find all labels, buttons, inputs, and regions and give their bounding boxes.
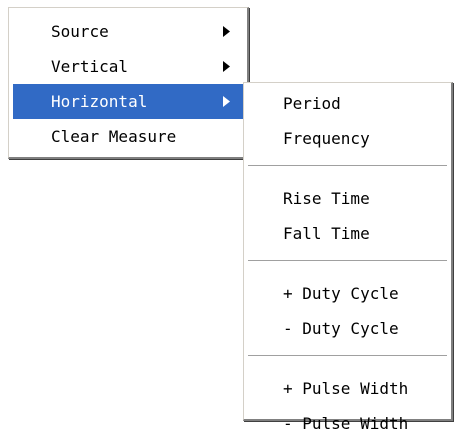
menu-separator <box>248 355 447 359</box>
submenu-item-period[interactable]: Period <box>247 86 448 121</box>
submenu-item-label: Frequency <box>283 129 370 148</box>
menu-item-label: Vertical <box>51 57 129 76</box>
menu-item-clear-measure[interactable]: Clear Measure <box>13 119 243 154</box>
submenu-item-label: + Duty Cycle <box>283 284 399 303</box>
horizontal-submenu: Period Frequency Rise Time Fall Time + D… <box>243 82 453 433</box>
chevron-right-icon <box>221 14 231 49</box>
menu-separator <box>248 165 447 169</box>
submenu-item-fall-time[interactable]: Fall Time <box>247 216 448 251</box>
menu-separator <box>248 260 447 264</box>
submenu-item-negative-pulse-width[interactable]: - Pulse Width <box>247 406 448 441</box>
menu-item-label: Clear Measure <box>51 127 177 146</box>
menu-item-horizontal[interactable]: Horizontal <box>13 84 243 119</box>
submenu-item-label: - Pulse Width <box>283 414 409 433</box>
submenu-item-label: Period <box>283 94 341 113</box>
submenu-item-frequency[interactable]: Frequency <box>247 121 448 156</box>
submenu-item-label: Rise Time <box>283 189 370 208</box>
chevron-right-icon <box>221 84 231 119</box>
submenu-item-positive-duty-cycle[interactable]: + Duty Cycle <box>247 276 448 311</box>
chevron-right-icon <box>221 49 231 84</box>
submenu-item-negative-duty-cycle[interactable]: - Duty Cycle <box>247 311 448 346</box>
menu-item-label: Horizontal <box>51 92 148 111</box>
submenu-item-rise-time[interactable]: Rise Time <box>247 181 448 216</box>
menu-item-label: Source <box>51 22 109 41</box>
menu-item-vertical[interactable]: Vertical <box>13 49 243 84</box>
context-menu: Source Vertical Horizontal Clear Measure <box>8 7 249 159</box>
submenu-item-positive-pulse-width[interactable]: + Pulse Width <box>247 371 448 406</box>
submenu-item-label: Fall Time <box>283 224 370 243</box>
menu-item-source[interactable]: Source <box>13 14 243 49</box>
submenu-item-label: - Duty Cycle <box>283 319 399 338</box>
submenu-item-label: + Pulse Width <box>283 379 409 398</box>
